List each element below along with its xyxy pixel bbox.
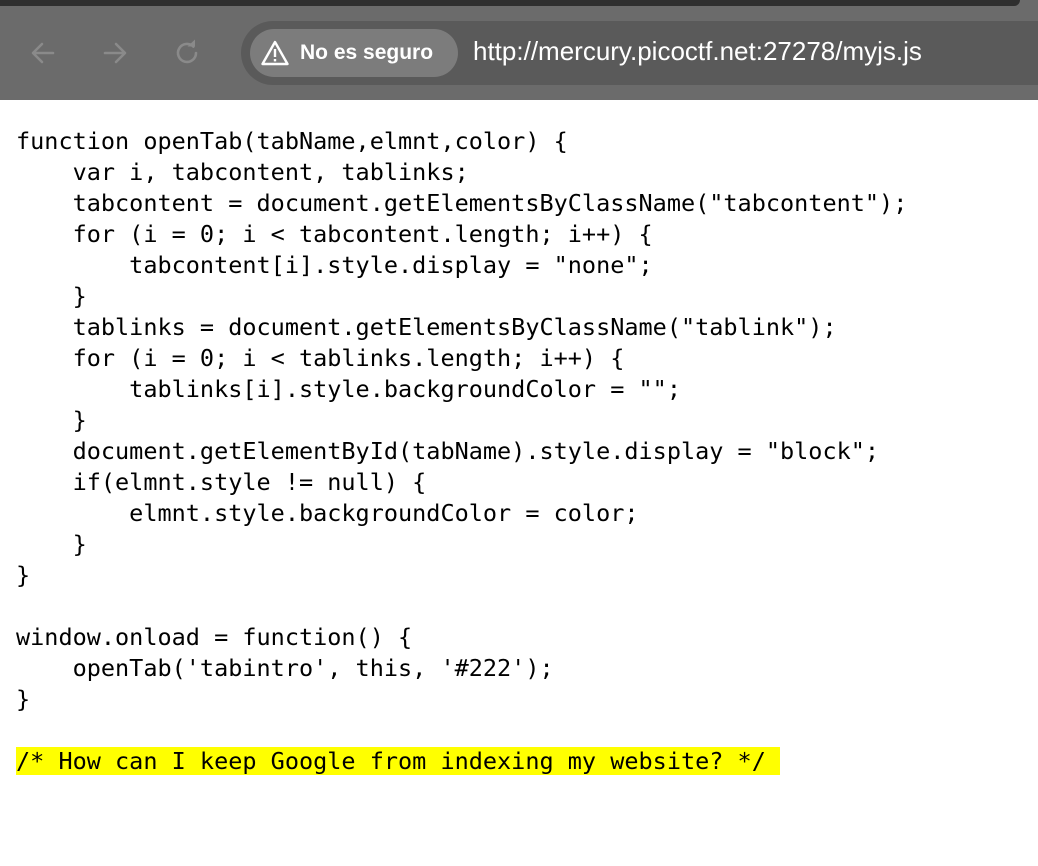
back-button[interactable] <box>26 36 60 70</box>
highlighted-comment-line: /* How can I keep Google from indexing m… <box>16 746 907 777</box>
warning-triangle-icon <box>260 39 290 67</box>
code-line: tablinks[i].style.backgroundColor = ""; <box>16 375 681 403</box>
security-label: No es seguro <box>300 41 434 64</box>
code-line: for (i = 0; i < tablinks.length; i++) { <box>16 344 625 372</box>
code-line: openTab('tabintro', this, '#222'); <box>16 654 554 682</box>
code-line: } <box>16 406 87 434</box>
security-chip[interactable]: No es seguro <box>250 29 458 77</box>
code-line: for (i = 0; i < tabcontent.length; i++) … <box>16 220 653 248</box>
code-line: } <box>16 530 87 558</box>
code-line: tablinks = document.getElementsByClassNa… <box>16 313 837 341</box>
code-line: window.onload = function() { <box>16 623 413 651</box>
code-line: function openTab(tabName,elmnt,color) { <box>16 127 568 155</box>
code-line: tabcontent[i].style.display = "none"; <box>16 251 653 279</box>
arrow-left-icon <box>28 38 58 68</box>
tab-strip-edge <box>0 0 1020 6</box>
code-line: var i, tabcontent, tablinks; <box>16 158 469 186</box>
browser-toolbar: No es seguro http://mercury.picoctf.net:… <box>0 0 1038 100</box>
page-content: function openTab(tabName,elmnt,color) { … <box>0 100 1038 866</box>
url-text[interactable]: http://mercury.picoctf.net:27278/myjs.js <box>473 36 922 67</box>
code-line: if(elmnt.style != null) { <box>16 468 427 496</box>
code-line: elmnt.style.backgroundColor = color; <box>16 499 639 527</box>
code-line: } <box>16 685 31 713</box>
highlighted-comment: /* How can I keep Google from indexing m… <box>16 747 780 775</box>
code-line: tabcontent = document.getElementsByClass… <box>16 189 908 217</box>
code-line: } <box>16 282 87 310</box>
address-bar[interactable]: No es seguro http://mercury.picoctf.net:… <box>241 21 1038 85</box>
code-line: } <box>16 561 31 589</box>
arrow-right-icon <box>100 38 130 68</box>
reload-button[interactable] <box>170 36 204 70</box>
source-code: function openTab(tabName,elmnt,color) { … <box>16 126 907 777</box>
forward-button[interactable] <box>98 36 132 70</box>
reload-icon <box>172 38 202 68</box>
code-line: document.getElementById(tabName).style.d… <box>16 437 880 465</box>
